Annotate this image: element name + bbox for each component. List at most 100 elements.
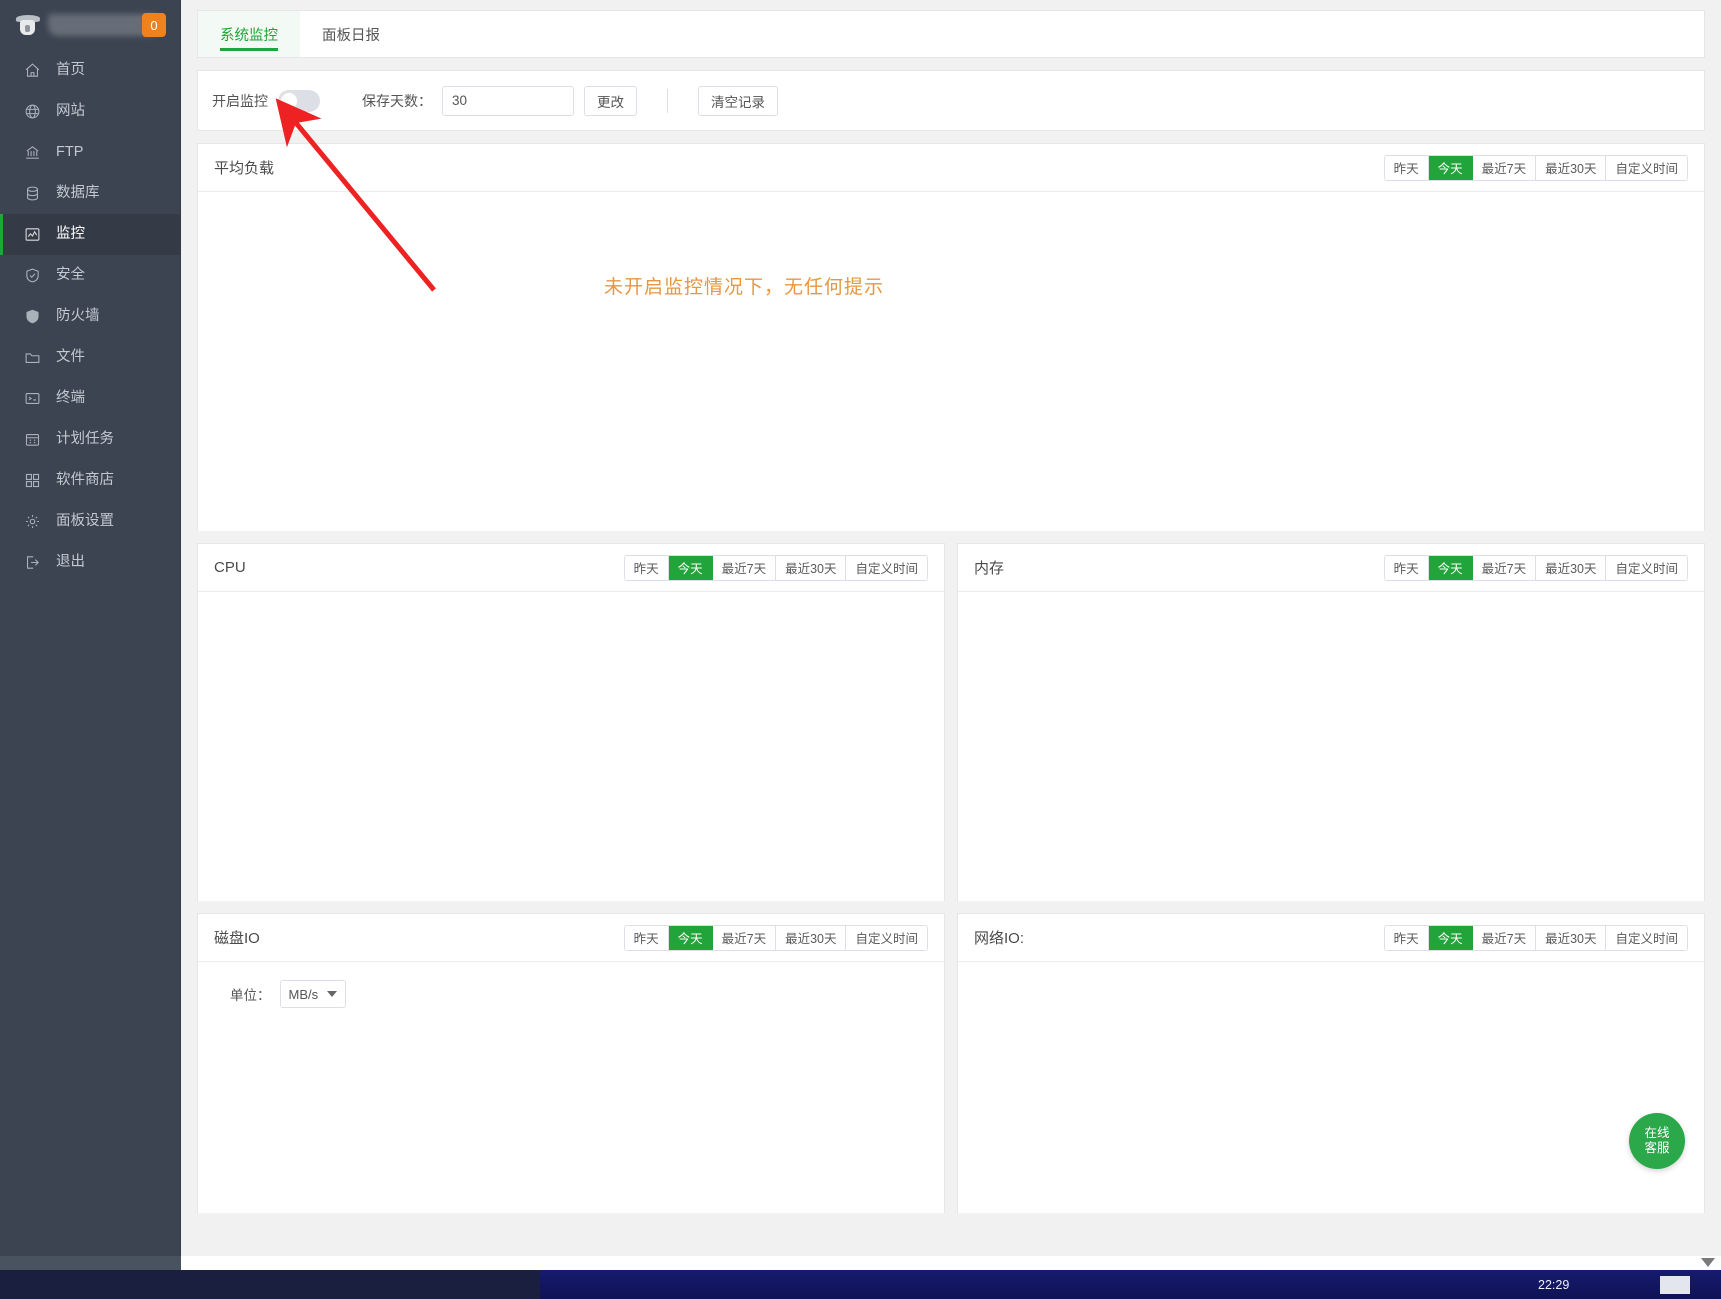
range-selector-disk-io: 昨天 今天 最近7天 最近30天 自定义时间 (623, 924, 928, 951)
range-button-3[interactable]: 最近7天 (1472, 155, 1537, 180)
terminal-icon (22, 389, 42, 409)
main-bottom-filler (181, 1256, 1721, 1270)
range-button-3[interactable]: 最近7天 (1472, 555, 1537, 580)
range-button-3[interactable]: 最近7天 (712, 555, 777, 580)
gear-icon (22, 512, 42, 532)
range-button-5[interactable]: 自定义时间 (846, 555, 927, 580)
panel-network-io-header: 网络IO: 昨天 今天 最近7天 最近30天 自定义时间 (958, 914, 1704, 962)
clear-records-button[interactable]: 清空记录 (698, 85, 778, 116)
database-icon (22, 184, 42, 204)
tab-bar: 系统监控 面板日报 (197, 10, 1705, 58)
notification-badge[interactable]: 0 (142, 13, 166, 37)
taskbar-left-region (0, 1270, 540, 1299)
range-selector-cpu: 昨天 今天 最近7天 最近30天 自定义时间 (623, 554, 928, 581)
sidebar-item-10[interactable]: 计划任务 (0, 419, 180, 460)
panel-network-io: 网络IO: 昨天 今天 最近7天 最近30天 自定义时间 (957, 913, 1705, 1213)
range-button-5[interactable]: 自定义时间 (1606, 555, 1687, 580)
grid-icon (22, 471, 42, 491)
range-button-2[interactable]: 今天 (1428, 555, 1473, 580)
brand-header: 0 (0, 0, 180, 50)
taskbar-tray-tile[interactable] (1660, 1275, 1690, 1294)
range-button-4[interactable]: 最近30天 (1536, 555, 1607, 580)
keep-days-label: 保存天数： (362, 92, 432, 109)
sidebar-item-8[interactable]: 文件 (0, 337, 180, 378)
sidebar-item-6[interactable]: 安全 (0, 255, 180, 296)
online-service-button[interactable]: 在线 客服 (1629, 1113, 1685, 1169)
panel-memory: 内存 昨天 今天 最近7天 最近30天 自定义时间 (957, 543, 1705, 901)
shield-filled-icon (22, 307, 42, 327)
chart-area-cpu (198, 592, 944, 901)
sidebar-item-12[interactable]: 面板设置 (0, 501, 180, 542)
tab-system-monitor[interactable]: 系统监控 (198, 11, 300, 57)
sidebar-item-2[interactable]: 网站 (0, 91, 180, 132)
range-button-3[interactable]: 最近7天 (712, 925, 777, 950)
range-button-4[interactable]: 最近30天 (1536, 925, 1607, 950)
sidebar-item-1[interactable]: 首页 (0, 50, 180, 91)
range-button-5[interactable]: 自定义时间 (1606, 155, 1687, 180)
range-button-4[interactable]: 最近30天 (776, 555, 847, 580)
range-button-5[interactable]: 自定义时间 (846, 925, 927, 950)
panel-average-load-header: 平均负载 昨天 今天 最近7天 最近30天 自定义时间 (198, 144, 1704, 192)
panel-disk-io-header: 磁盘IO 昨天 今天 最近7天 最近30天 自定义时间 (198, 914, 944, 962)
range-selector-network-io: 昨天 今天 最近7天 最近30天 自定义时间 (1383, 924, 1688, 951)
range-button-2[interactable]: 今天 (668, 555, 713, 580)
range-button-2[interactable]: 今天 (1428, 155, 1473, 180)
tab-panel-daily-report[interactable]: 面板日报 (300, 11, 402, 57)
panel-title-memory: 内存 (974, 560, 1005, 577)
range-button-1[interactable]: 昨天 (1384, 155, 1429, 180)
range-button-5[interactable]: 自定义时间 (1606, 925, 1687, 950)
enable-monitor-label: 开启监控 (212, 92, 268, 109)
range-button-4[interactable]: 最近30天 (1536, 155, 1607, 180)
sidebar-item-label: 首页 (56, 62, 85, 79)
keep-days-input[interactable] (442, 85, 574, 116)
range-selector-memory: 昨天 今天 最近7天 最近30天 自定义时间 (1383, 554, 1688, 581)
range-button-4[interactable]: 最近30天 (776, 925, 847, 950)
sidebar-item-label: FTP (56, 144, 84, 161)
sidebar-item-4[interactable]: 数据库 (0, 173, 180, 214)
monitor-control-bar: 开启监控 保存天数： 更改 清空记录 (197, 70, 1705, 131)
shield-check-icon (22, 266, 42, 286)
os-taskbar: 22:29 (0, 1270, 1721, 1299)
scroll-down-indicator-icon[interactable] (1701, 1258, 1715, 1267)
range-button-2[interactable]: 今天 (1428, 925, 1473, 950)
sidebar-item-label: 监控 (56, 226, 85, 243)
sidebar-nav: 首页网站 FTP 数据库监控安全 防火墙 文件 终端 计划任务软件商店面板设置 退出 (0, 50, 180, 583)
panel-title-network-io: 网络IO: (974, 930, 1025, 947)
range-button-2[interactable]: 今天 (668, 925, 713, 950)
sidebar-item-11[interactable]: 软件商店 (0, 460, 180, 501)
range-button-1[interactable]: 昨天 (1384, 925, 1429, 950)
folder-icon (22, 348, 42, 368)
chart-area-average-load (198, 192, 1704, 531)
panel-title-average-load: 平均负载 (214, 160, 275, 177)
sidebar-item-5[interactable]: 监控 (0, 214, 180, 255)
calendar-icon (22, 430, 42, 450)
enable-monitor-toggle[interactable] (278, 89, 320, 112)
disk-io-unit-label: 单位： (230, 988, 271, 1003)
chart-area-memory (958, 592, 1704, 901)
disk-io-unit-row: 单位： MB/s (198, 962, 944, 1008)
range-button-1[interactable]: 昨天 (1384, 555, 1429, 580)
sidebar: 0 首页网站 FTP 数据库监控安全 防火墙 文件 终端 计划任务软件商店面板设置 退出 (0, 0, 181, 1285)
globe-icon (22, 102, 42, 122)
sidebar-item-3[interactable]: FTP (0, 132, 180, 173)
main-content: 系统监控 面板日报 开启监控 保存天数： 更改 清空记录 平均负载 昨天今天最近… (181, 0, 1721, 1285)
disk-io-unit-select[interactable]: MB/s (279, 980, 346, 1008)
panel-disk-io: 磁盘IO 昨天 今天 最近7天 最近30天 自定义时间 单位： MB/s (197, 913, 945, 1213)
home-icon (22, 61, 42, 81)
change-button[interactable]: 更改 (584, 85, 637, 116)
range-button-3[interactable]: 最近7天 (1472, 925, 1537, 950)
disk-io-unit-value: MB/s (288, 986, 319, 1002)
panel-logo-icon (14, 12, 42, 38)
range-button-1[interactable]: 昨天 (624, 555, 669, 580)
sidebar-item-7[interactable]: 防火墙 (0, 296, 180, 337)
annotation-text: 未开启监控情况下，无任何提示 (604, 277, 885, 298)
service-line2: 客服 (1644, 1141, 1670, 1155)
panel-title-disk-io: 磁盘IO (214, 930, 260, 947)
sidebar-item-label: 软件商店 (56, 472, 114, 489)
panel-cpu: CPU 昨天 今天 最近7天 最近30天 自定义时间 (197, 543, 945, 901)
sidebar-item-9[interactable]: 终端 (0, 378, 180, 419)
service-line1: 在线 (1644, 1126, 1670, 1140)
sidebar-item-13[interactable]: 退出 (0, 542, 180, 583)
range-button-1[interactable]: 昨天 (624, 925, 669, 950)
chart-area-network-io (958, 962, 1704, 1213)
